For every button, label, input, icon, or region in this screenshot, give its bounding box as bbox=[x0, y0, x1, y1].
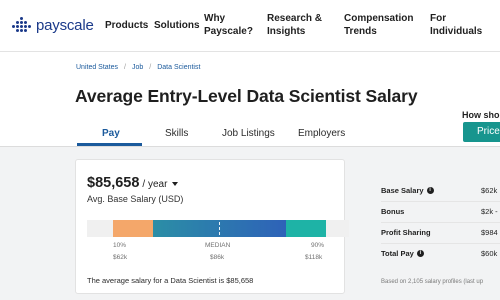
nav-products[interactable]: Products bbox=[105, 19, 148, 32]
price-prompt-text: How sho bbox=[462, 110, 500, 120]
breadcrumb-job[interactable]: Job bbox=[132, 64, 143, 71]
breakdown-value: $984 bbox=[481, 228, 498, 237]
breadcrumb-data-scientist[interactable]: Data Scientist bbox=[157, 64, 200, 71]
nav-why-payscale[interactable]: Why Payscale? bbox=[204, 12, 253, 38]
salary-range-high-segment bbox=[286, 220, 326, 237]
nav-why-line2: Payscale? bbox=[204, 26, 253, 37]
salary-amount: $85,658 bbox=[87, 175, 140, 191]
breakdown-label: Profit Sharing bbox=[381, 228, 431, 237]
payscale-logo[interactable]: payscale bbox=[11, 14, 94, 36]
active-tab-indicator bbox=[77, 143, 142, 146]
info-icon[interactable]: i bbox=[416, 250, 424, 257]
breakdown-label: Bonus bbox=[381, 207, 405, 216]
tab-job-listings[interactable]: Job Listings bbox=[222, 128, 275, 139]
logo-text: payscale bbox=[36, 16, 94, 34]
pay-period-label: / year bbox=[142, 179, 168, 190]
breakdown-value: $60k bbox=[481, 249, 498, 258]
tab-skills[interactable]: Skills bbox=[165, 128, 188, 139]
nav-individuals-line1: For bbox=[430, 13, 447, 24]
nav-products-label: Products bbox=[105, 20, 149, 31]
percentile-90-value: $118k bbox=[305, 254, 323, 261]
top-navigation: payscale Products Solutions Why Payscale… bbox=[0, 0, 500, 52]
info-icon[interactable]: i bbox=[426, 187, 434, 194]
percentile-90-label: 90% bbox=[311, 242, 325, 249]
divider bbox=[381, 243, 500, 244]
breadcrumb-separator: / bbox=[149, 64, 152, 71]
nav-solutions-label: Solutions bbox=[154, 20, 200, 31]
breakdown-label: Total Pay bbox=[381, 249, 414, 258]
nav-compensation-line1: Compensation bbox=[344, 13, 414, 24]
nav-research-line2: Insights bbox=[267, 26, 306, 37]
breakdown-value: $62k bbox=[481, 186, 498, 195]
median-value: $86k bbox=[210, 254, 225, 261]
tab-pay[interactable]: Pay bbox=[102, 128, 120, 139]
divider bbox=[381, 222, 500, 223]
breadcrumb-united-states[interactable]: United States bbox=[76, 64, 118, 71]
nav-research-insights[interactable]: Research & Insights bbox=[267, 12, 322, 38]
breakdown-profit-sharing: Profit Sharing bbox=[381, 228, 431, 237]
avg-salary-label: Avg. Base Salary (USD) bbox=[87, 194, 184, 204]
caret-down-icon bbox=[172, 182, 179, 187]
nav-research-line1: Research & bbox=[267, 13, 323, 24]
divider bbox=[381, 201, 500, 202]
logo-icon bbox=[11, 15, 31, 35]
breakdown-value: $2k - bbox=[481, 207, 498, 216]
pay-period-select[interactable]: / year bbox=[142, 179, 179, 190]
price-button[interactable]: Price bbox=[463, 122, 500, 142]
nav-solutions[interactable]: Solutions bbox=[154, 19, 200, 32]
page: payscale Products Solutions Why Payscale… bbox=[0, 0, 500, 300]
median-marker bbox=[219, 222, 220, 235]
salary-range-low-segment bbox=[113, 220, 153, 237]
nav-for-individuals[interactable]: For Individuals bbox=[430, 12, 482, 38]
median-label: MEDIAN bbox=[205, 242, 231, 249]
average-salary: $85,658/ year bbox=[87, 175, 179, 191]
nav-individuals-line2: Individuals bbox=[430, 26, 483, 37]
page-title: Average Entry-Level Data Scientist Salar… bbox=[75, 86, 418, 106]
average-salary-footnote: The average salary for a Data Scientist … bbox=[87, 276, 254, 285]
nav-why-line1: Why bbox=[204, 13, 226, 24]
nav-compensation-line2: Trends bbox=[344, 26, 377, 37]
tab-employers[interactable]: Employers bbox=[298, 128, 345, 139]
nav-compensation-trends[interactable]: Compensation Trends bbox=[344, 12, 413, 38]
breakdown-label: Base Salary bbox=[381, 186, 424, 195]
breakdown-base-salary: Base Salary i bbox=[381, 186, 434, 195]
based-on-note: Based on 2,105 salary profiles (last up bbox=[381, 279, 484, 285]
breadcrumb: United States / Job / Data Scientist bbox=[76, 64, 200, 71]
breadcrumb-separator: / bbox=[124, 64, 126, 71]
percentile-10-value: $62k bbox=[113, 254, 128, 261]
breakdown-total-pay: Total Pay i bbox=[381, 249, 424, 258]
breakdown-bonus: Bonus bbox=[381, 207, 404, 216]
percentile-10-label: 10% bbox=[113, 242, 127, 249]
